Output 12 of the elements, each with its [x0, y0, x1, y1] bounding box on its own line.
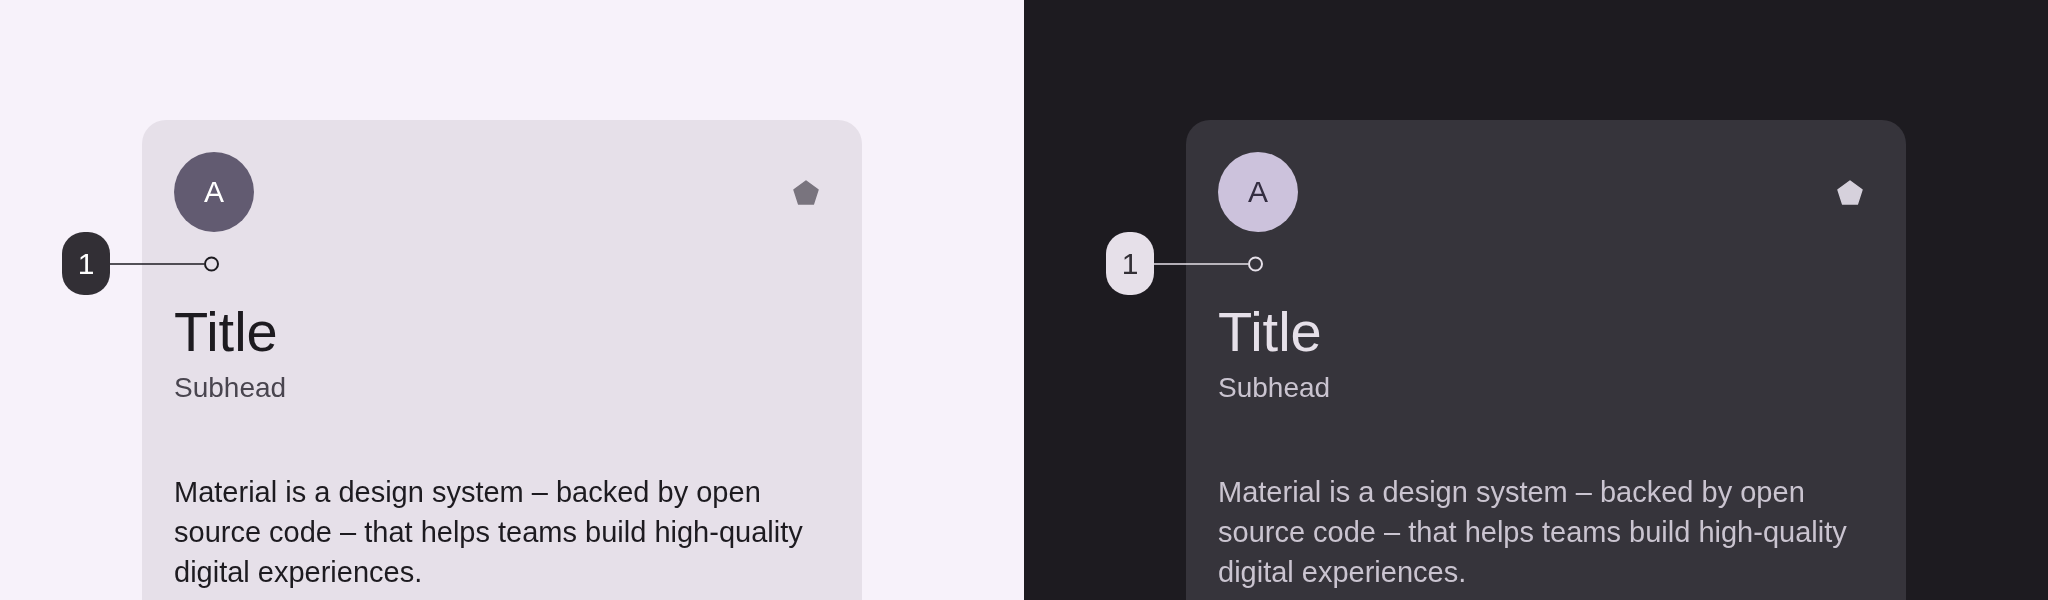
- avatar: A: [1218, 152, 1298, 232]
- callout-badge: 1: [62, 232, 110, 295]
- pentagon-icon: [793, 179, 819, 205]
- callout-badge: 1: [1106, 232, 1154, 295]
- card-subhead: Subhead: [1218, 371, 1331, 405]
- card-title: Title: [1218, 300, 1322, 364]
- card-subhead: Subhead: [174, 371, 287, 405]
- card-title: Title: [174, 300, 278, 364]
- card-body-text: Material is a design system – backed by open source code – that helps teams build high-quality digital experiences.: [1218, 475, 1848, 590]
- pentagon-icon: [1837, 179, 1863, 205]
- avatar: A: [174, 152, 254, 232]
- card-body-text: Material is a design system – backed by open source code – that helps teams build high-quality digital experiences.: [174, 475, 804, 590]
